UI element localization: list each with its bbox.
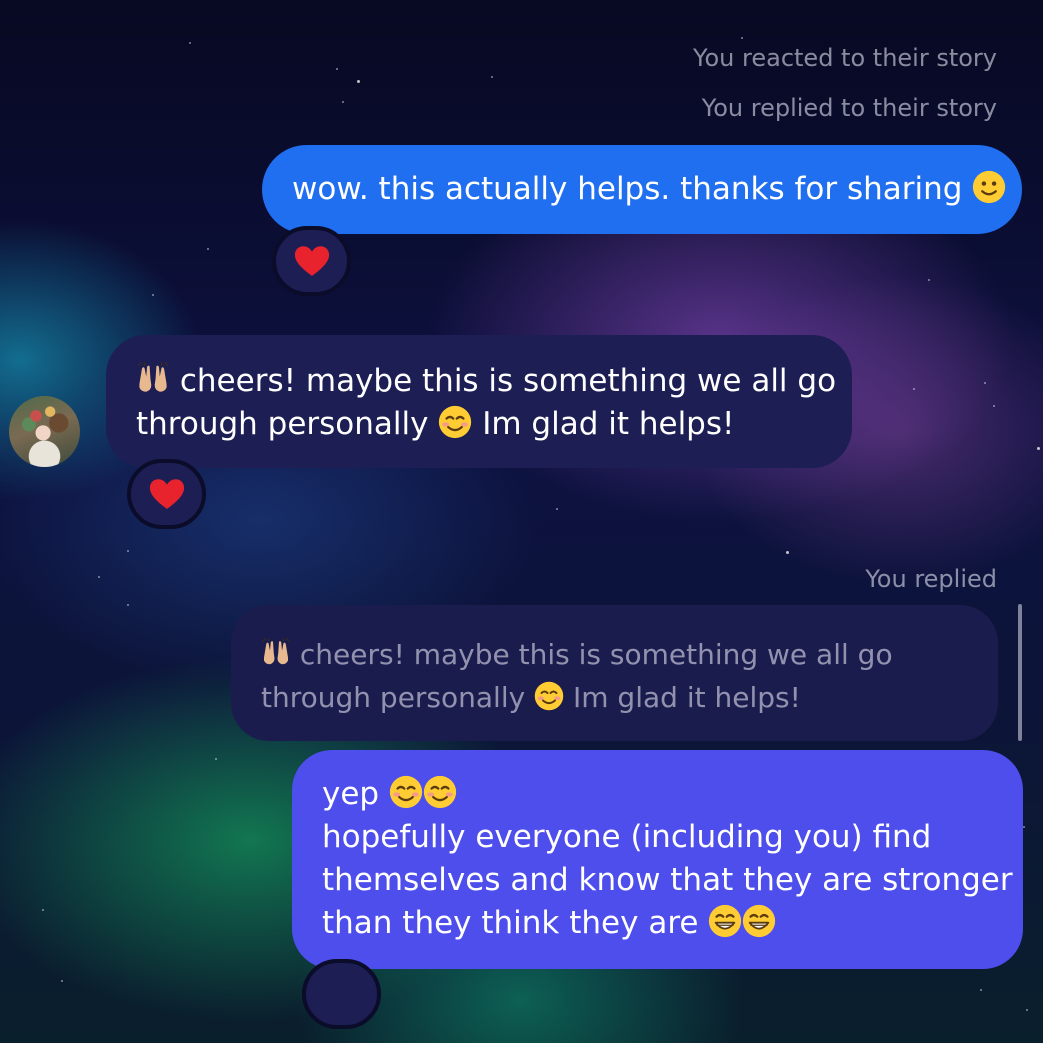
scrollbar[interactable] [1018,604,1022,741]
message-text-line: Im glad it helps! [482,406,735,442]
outgoing-message-bubble-latest[interactable]: yep hopefully everyone (including you) f… [292,750,1023,969]
smiling-face-icon [389,775,423,809]
reply-note: You replied [865,565,997,593]
contact-avatar[interactable] [9,396,80,467]
quoted-text-line: cheers! maybe this is something we all g… [299,638,893,671]
story-reaction-note: You reacted to their story [693,44,997,72]
slightly-smiling-face-icon [972,170,1006,204]
grinning-face-icon [708,904,742,938]
grinning-face-icon [742,904,776,938]
message-text-line: yep [322,776,380,812]
smiling-face-icon [534,681,564,711]
quoted-reply-bubble[interactable]: cheers! maybe this is something we all g… [231,605,998,741]
message-reaction-heart[interactable] [127,459,206,529]
heart-icon [149,478,184,509]
raising-hands-icon [261,638,291,668]
smiling-face-icon [438,405,472,439]
quoted-text-line: through personally [261,681,526,714]
raising-hands-icon [136,362,170,396]
outgoing-message-bubble[interactable]: wow. this actually helps. thanks for sha… [262,145,1022,234]
message-text: wow. this actually helps. thanks for sha… [292,171,963,207]
message-text-line: themselves and know that they are strong… [322,862,1013,898]
message-text-line: through personally [136,406,429,442]
heart-icon [294,245,329,276]
message-reaction-heart[interactable] [272,226,351,296]
incoming-message-bubble[interactable]: cheers! maybe this is something we all g… [106,335,852,468]
smiling-face-icon [423,775,457,809]
story-reply-note: You replied to their story [701,94,997,122]
message-text-line: hopefully everyone (including you) find [322,819,932,855]
empty-reaction-slot[interactable] [302,959,381,1029]
quoted-text-line: Im glad it helps! [573,681,801,714]
message-text-line: cheers! maybe this is something we all g… [179,363,837,399]
message-text-line: than they think they are [322,905,699,941]
